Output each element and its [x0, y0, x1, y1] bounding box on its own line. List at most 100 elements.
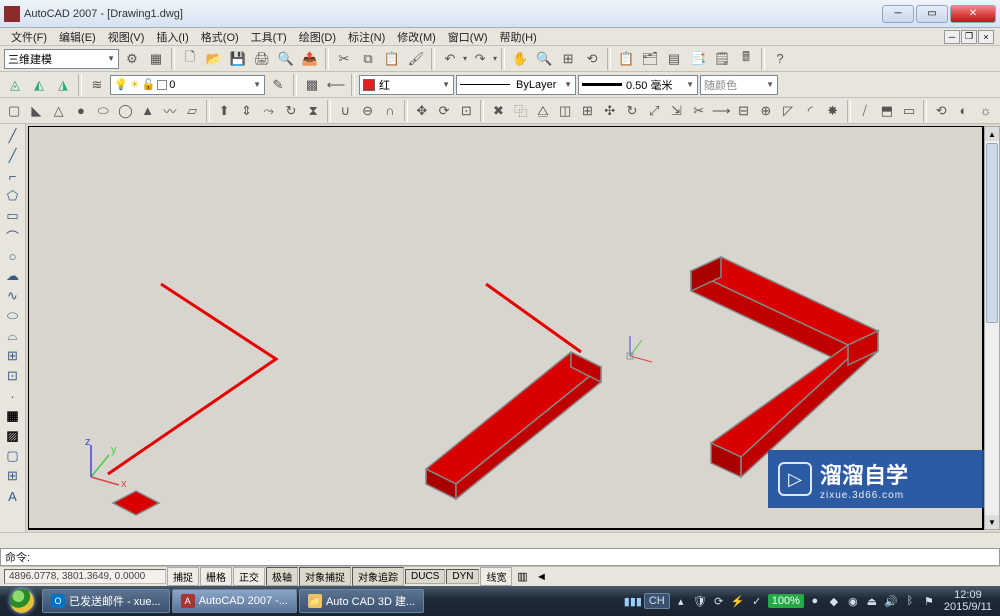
stretch-button[interactable]: ⇲ — [666, 100, 686, 122]
task-folder[interactable]: 📁 Auto CAD 3D 建... — [299, 589, 424, 613]
arc-button[interactable]: ⌒ — [2, 226, 24, 246]
network-icon[interactable]: ▮▮▮ — [625, 593, 641, 609]
layer-prev-button[interactable]: ⟵ — [325, 74, 347, 96]
hatch-button[interactable]: ▦ — [2, 406, 24, 426]
maximize-button[interactable]: ▭ — [916, 5, 948, 23]
menu-insert[interactable]: 插入(I) — [151, 28, 193, 46]
publish-button[interactable]: 📤 — [299, 48, 321, 70]
spline-button[interactable]: ∿ — [2, 286, 24, 306]
scale-button[interactable]: ⤢ — [644, 100, 664, 122]
undo-button[interactable]: ↶ — [439, 48, 461, 70]
minimize-button[interactable]: ─ — [882, 5, 914, 23]
move-button[interactable]: ✣ — [600, 100, 620, 122]
vertical-scrollbar[interactable]: ▲ ▼ — [984, 126, 1000, 530]
designcenter-button[interactable]: 🗂 — [639, 48, 661, 70]
polyline-button[interactable]: ⌐ — [2, 166, 24, 186]
antivirus-icon[interactable]: ✓ — [749, 593, 765, 609]
command-line[interactable]: 命令: — [0, 548, 1000, 566]
workspace-dropdown[interactable]: 三维建模 ▼ — [4, 49, 119, 69]
layer-manager-button[interactable]: ≋ — [86, 74, 108, 96]
layer-make-current-button[interactable]: ✎ — [267, 74, 289, 96]
lock-toggle[interactable]: ◄ — [532, 569, 550, 585]
markup-button[interactable]: 🗒 — [711, 48, 733, 70]
intersect-button[interactable]: ∩ — [380, 100, 400, 122]
zoom-indicator[interactable]: 100% — [768, 594, 804, 608]
point-button[interactable]: · — [2, 386, 24, 406]
redo-button[interactable]: ↷ — [469, 48, 491, 70]
ortho-toggle[interactable]: 正交 — [233, 567, 265, 586]
shield-icon[interactable]: 🛡 — [692, 593, 708, 609]
lineweight-dropdown[interactable]: 0.50 毫米 ▼ — [578, 75, 698, 95]
menu-tools[interactable]: 工具(T) — [246, 28, 292, 46]
revcloud-button[interactable]: ☁ — [2, 266, 24, 286]
task-autocad[interactable]: A AutoCAD 2007 -... — [172, 589, 297, 613]
new-button[interactable]: 🗋 — [179, 48, 201, 70]
menu-view[interactable]: 视图(V) — [103, 28, 150, 46]
copy-button[interactable]: ⧉ — [357, 48, 379, 70]
gradient-button[interactable]: ▨ — [2, 426, 24, 446]
box-button[interactable]: ▢ — [4, 100, 24, 122]
scroll-up-icon[interactable]: ▲ — [985, 127, 999, 141]
flag-icon[interactable]: ⚑ — [921, 593, 937, 609]
orbit-button[interactable]: ⟲ — [931, 100, 951, 122]
extrude-button[interactable]: ⬆ — [214, 100, 234, 122]
copy-obj-button[interactable]: ⿻ — [511, 100, 531, 122]
mirror-button[interactable]: ⧋ — [533, 100, 553, 122]
menu-edit[interactable]: 编辑(E) — [54, 28, 101, 46]
subtract-button[interactable]: ⊖ — [357, 100, 377, 122]
fillet-button[interactable]: ◜ — [800, 100, 820, 122]
save-button[interactable]: 💾 — [227, 48, 249, 70]
helix-button[interactable]: 〰 — [160, 100, 180, 122]
region-button[interactable]: ▢ — [2, 446, 24, 466]
ducs-toggle[interactable]: DUCS — [405, 569, 445, 584]
menu-dimension[interactable]: 标注(N) — [343, 28, 390, 46]
visualstyle-button[interactable]: ◐ — [953, 100, 973, 122]
paste-button[interactable]: 📋 — [381, 48, 403, 70]
snap-toggle[interactable]: 捕捉 — [167, 567, 199, 586]
menu-format[interactable]: 格式(O) — [196, 28, 244, 46]
open-button[interactable]: 📂 — [203, 48, 225, 70]
insertblock-button[interactable]: ⊞ — [2, 346, 24, 366]
doc-restore-button[interactable]: ❐ — [961, 30, 977, 44]
start-button[interactable] — [4, 588, 40, 614]
osnap-toggle[interactable]: 对象捕捉 — [299, 567, 351, 586]
otrack-toggle[interactable]: 对象追踪 — [352, 567, 404, 586]
chamfer-button[interactable]: ◸ — [778, 100, 798, 122]
3dalign-button[interactable]: ⊡ — [456, 100, 476, 122]
zoom-prev-button[interactable]: ⟲ — [581, 48, 603, 70]
properties-button[interactable]: 📋 — [615, 48, 637, 70]
polygon-button[interactable]: ⬠ — [2, 186, 24, 206]
3dmove-button[interactable]: ✥ — [412, 100, 432, 122]
wedge-button[interactable]: ◣ — [26, 100, 46, 122]
array-button[interactable]: ⊞ — [577, 100, 597, 122]
pan-button[interactable]: ✋ — [509, 48, 531, 70]
wifi-icon[interactable]: ◉ — [845, 593, 861, 609]
battery-icon[interactable]: ⚡ — [730, 593, 746, 609]
planar-button[interactable]: ▱ — [182, 100, 202, 122]
sync-icon[interactable]: ⟳ — [711, 593, 727, 609]
makeblock-button[interactable]: ⊡ — [2, 366, 24, 386]
clock[interactable]: 12:09 2015/9/11 — [940, 589, 996, 613]
bluetooth-icon[interactable]: ᛒ — [902, 593, 918, 609]
zoom-window-button[interactable]: ⊞ — [557, 48, 579, 70]
preview-button[interactable]: 🔍 — [275, 48, 297, 70]
volume-icon[interactable]: 🔊 — [883, 593, 899, 609]
color-dropdown[interactable]: 红 ▼ — [359, 75, 454, 95]
scrollbar-thumb[interactable] — [986, 143, 998, 323]
cylinder-button[interactable]: ⬭ — [93, 100, 113, 122]
help-button[interactable]: ? — [769, 48, 791, 70]
extend-button[interactable]: ⟶ — [711, 100, 732, 122]
workspace-settings-button[interactable]: ⚙ — [121, 48, 143, 70]
menu-draw[interactable]: 绘图(D) — [294, 28, 341, 46]
join-button[interactable]: ⊕ — [756, 100, 776, 122]
presspull-button[interactable]: ⇕ — [236, 100, 256, 122]
task-outlook[interactable]: O 已发送邮件 - xue... — [42, 589, 170, 613]
matchprop-button[interactable]: 🖌 — [405, 48, 427, 70]
drawing-canvas[interactable]: x y z 方法。 ✕ ▷ 溜溜自学 zixue.3d66.com — [26, 124, 1000, 532]
doc-close-button[interactable]: × — [978, 30, 994, 44]
render-button[interactable]: ☼ — [976, 100, 996, 122]
toolpalette-button[interactable]: ▤ — [663, 48, 685, 70]
coordinate-display[interactable]: 4896.0778, 3801.3649, 0.0000 — [4, 569, 166, 584]
table-button[interactable]: ⊞ — [2, 466, 24, 486]
model-paper-toggle[interactable]: ▥ — [513, 569, 531, 585]
